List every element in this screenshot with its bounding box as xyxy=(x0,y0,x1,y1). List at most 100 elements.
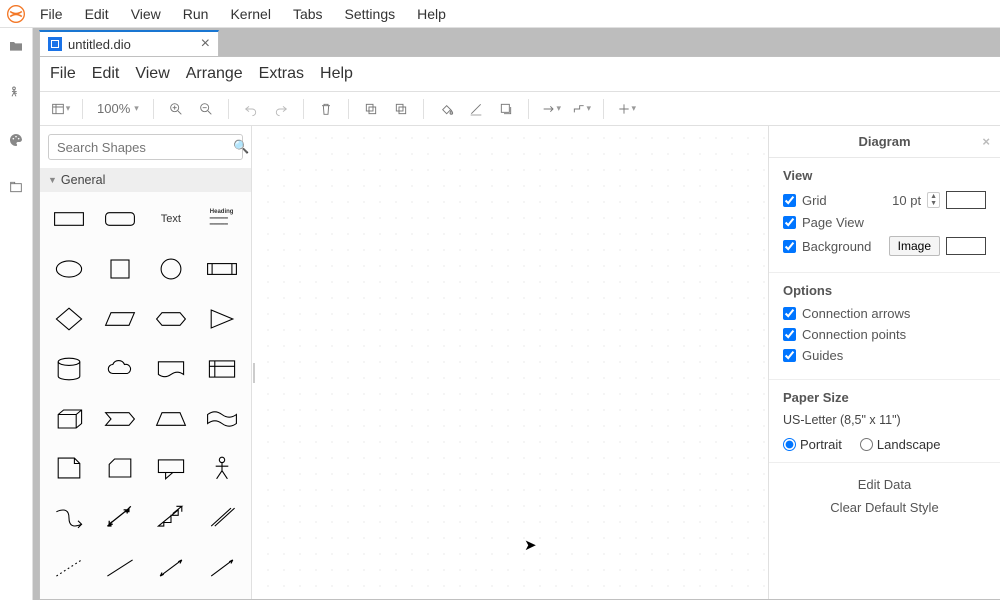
to-front-icon[interactable] xyxy=(357,96,385,122)
menu-help[interactable]: Help xyxy=(415,2,448,26)
dio-menu-help[interactable]: Help xyxy=(320,65,353,83)
zoom-in-icon[interactable] xyxy=(162,96,190,122)
shape-text[interactable]: Text xyxy=(148,202,195,236)
shape-bidirectional-arrow[interactable] xyxy=(97,501,144,535)
shape-step[interactable] xyxy=(97,402,144,436)
menu-view[interactable]: View xyxy=(129,2,163,26)
shape-tape[interactable] xyxy=(198,402,245,436)
paper-size-value[interactable]: US-Letter (8,5" x 11") xyxy=(783,413,986,427)
shape-square[interactable] xyxy=(97,252,144,286)
connection-points-checkbox[interactable]: Connection points xyxy=(783,327,986,342)
grid-checkbox[interactable]: Grid xyxy=(783,193,881,208)
shape-arrow[interactable] xyxy=(148,501,195,535)
shape-link[interactable] xyxy=(198,501,245,535)
shape-actor[interactable] xyxy=(198,451,245,485)
shape-circle[interactable] xyxy=(148,252,195,286)
shape-cube[interactable] xyxy=(46,402,93,436)
tab-strip: untitled.dio × xyxy=(33,28,1000,56)
menu-run[interactable]: Run xyxy=(181,2,211,26)
shape-internal-storage[interactable] xyxy=(198,352,245,386)
orientation-landscape[interactable]: Landscape xyxy=(860,437,941,452)
shape-bidir-connector[interactable] xyxy=(148,551,195,585)
search-icon[interactable]: 🔍 xyxy=(233,139,249,155)
shape-line[interactable] xyxy=(97,551,144,585)
guides-checkbox[interactable]: Guides xyxy=(783,348,986,363)
diagram-canvas[interactable]: ➤ xyxy=(256,126,768,599)
close-panel-icon[interactable]: × xyxy=(982,134,990,149)
tabs-icon[interactable] xyxy=(8,179,24,200)
menu-settings[interactable]: Settings xyxy=(343,2,398,26)
orientation-portrait[interactable]: Portrait xyxy=(783,437,842,452)
shape-dashed-line[interactable] xyxy=(46,551,93,585)
drawio-file-icon xyxy=(48,37,62,51)
menu-edit[interactable]: Edit xyxy=(83,2,111,26)
paper-size-heading: Paper Size xyxy=(783,390,986,405)
file-tab[interactable]: untitled.dio × xyxy=(39,30,219,56)
palette-icon[interactable] xyxy=(8,132,24,153)
zoom-out-icon[interactable] xyxy=(192,96,220,122)
shadow-icon[interactable] xyxy=(492,96,520,122)
shape-callout[interactable] xyxy=(148,451,195,485)
shape-triangle[interactable] xyxy=(198,302,245,336)
grid-size-stepper[interactable]: ▲▼ xyxy=(927,192,940,208)
clear-default-style-link[interactable]: Clear Default Style xyxy=(769,496,1000,519)
shape-diamond[interactable] xyxy=(46,302,93,336)
drawio-editor: File Edit View Arrange Extras Help ▾ 100… xyxy=(39,56,1000,600)
view-dropdown[interactable]: ▾ xyxy=(46,96,74,122)
running-icon[interactable] xyxy=(8,85,24,106)
shape-ellipse[interactable] xyxy=(46,252,93,286)
dio-menu-edit[interactable]: Edit xyxy=(92,65,120,83)
fill-color-icon[interactable] xyxy=(432,96,460,122)
shape-card[interactable] xyxy=(97,451,144,485)
shape-process[interactable] xyxy=(198,252,245,286)
insert-icon[interactable]: ▾ xyxy=(612,96,640,122)
dio-menu-extras[interactable]: Extras xyxy=(259,65,304,83)
grid-size-value: 10 pt xyxy=(887,193,921,208)
background-checkbox[interactable]: Background xyxy=(783,239,883,254)
shapes-panel: 🔍 ▼ General Text Heading━━━━━━━━━━ xyxy=(40,126,252,599)
shape-hexagon[interactable] xyxy=(148,302,195,336)
menu-file[interactable]: File xyxy=(38,2,65,26)
activity-bar xyxy=(0,28,33,600)
line-color-icon[interactable] xyxy=(462,96,490,122)
shape-document[interactable] xyxy=(148,352,195,386)
redo-icon[interactable] xyxy=(267,96,295,122)
shape-directional-connector[interactable] xyxy=(198,551,245,585)
delete-icon[interactable] xyxy=(312,96,340,122)
waypoints-icon[interactable]: ▾ xyxy=(567,96,595,122)
shape-rectangle[interactable] xyxy=(46,202,93,236)
connection-icon[interactable]: ▾ xyxy=(537,96,565,122)
shape-parallelogram[interactable] xyxy=(97,302,144,336)
shape-curve[interactable] xyxy=(46,501,93,535)
search-shapes-input[interactable]: 🔍 xyxy=(48,134,243,160)
palette-general-header[interactable]: ▼ General xyxy=(40,168,251,192)
edit-data-link[interactable]: Edit Data xyxy=(769,473,1000,496)
shape-trapezoid[interactable] xyxy=(148,402,195,436)
search-shapes-field[interactable] xyxy=(57,140,233,155)
zoom-level[interactable]: 100%▾ xyxy=(91,101,145,116)
menu-tabs[interactable]: Tabs xyxy=(291,2,325,26)
shape-cylinder[interactable] xyxy=(46,352,93,386)
options-section-heading: Options xyxy=(783,283,986,298)
jupyter-logo[interactable] xyxy=(6,4,26,24)
close-tab-icon[interactable]: × xyxy=(201,36,210,52)
background-color-swatch[interactable] xyxy=(946,237,986,255)
shape-note[interactable] xyxy=(46,451,93,485)
dio-menu-view[interactable]: View xyxy=(135,65,169,83)
shape-cloud[interactable] xyxy=(97,352,144,386)
to-back-icon[interactable] xyxy=(387,96,415,122)
page-view-checkbox[interactable]: Page View xyxy=(783,215,986,230)
shape-palette: Text Heading━━━━━━━━━━ xyxy=(40,192,251,599)
chevron-down-icon: ▼ xyxy=(48,175,57,185)
drawio-menubar: File Edit View Arrange Extras Help xyxy=(40,57,1000,92)
undo-icon[interactable] xyxy=(237,96,265,122)
dio-menu-arrange[interactable]: Arrange xyxy=(186,65,243,83)
background-image-button[interactable]: Image xyxy=(889,236,940,256)
grid-color-swatch[interactable] xyxy=(946,191,986,209)
shape-rounded-rectangle[interactable] xyxy=(97,202,144,236)
connection-arrows-checkbox[interactable]: Connection arrows xyxy=(783,306,986,321)
shape-heading-text[interactable]: Heading━━━━━━━━━━ xyxy=(198,202,245,236)
folder-icon[interactable] xyxy=(8,38,24,59)
dio-menu-file[interactable]: File xyxy=(50,65,76,83)
menu-kernel[interactable]: Kernel xyxy=(228,2,272,26)
